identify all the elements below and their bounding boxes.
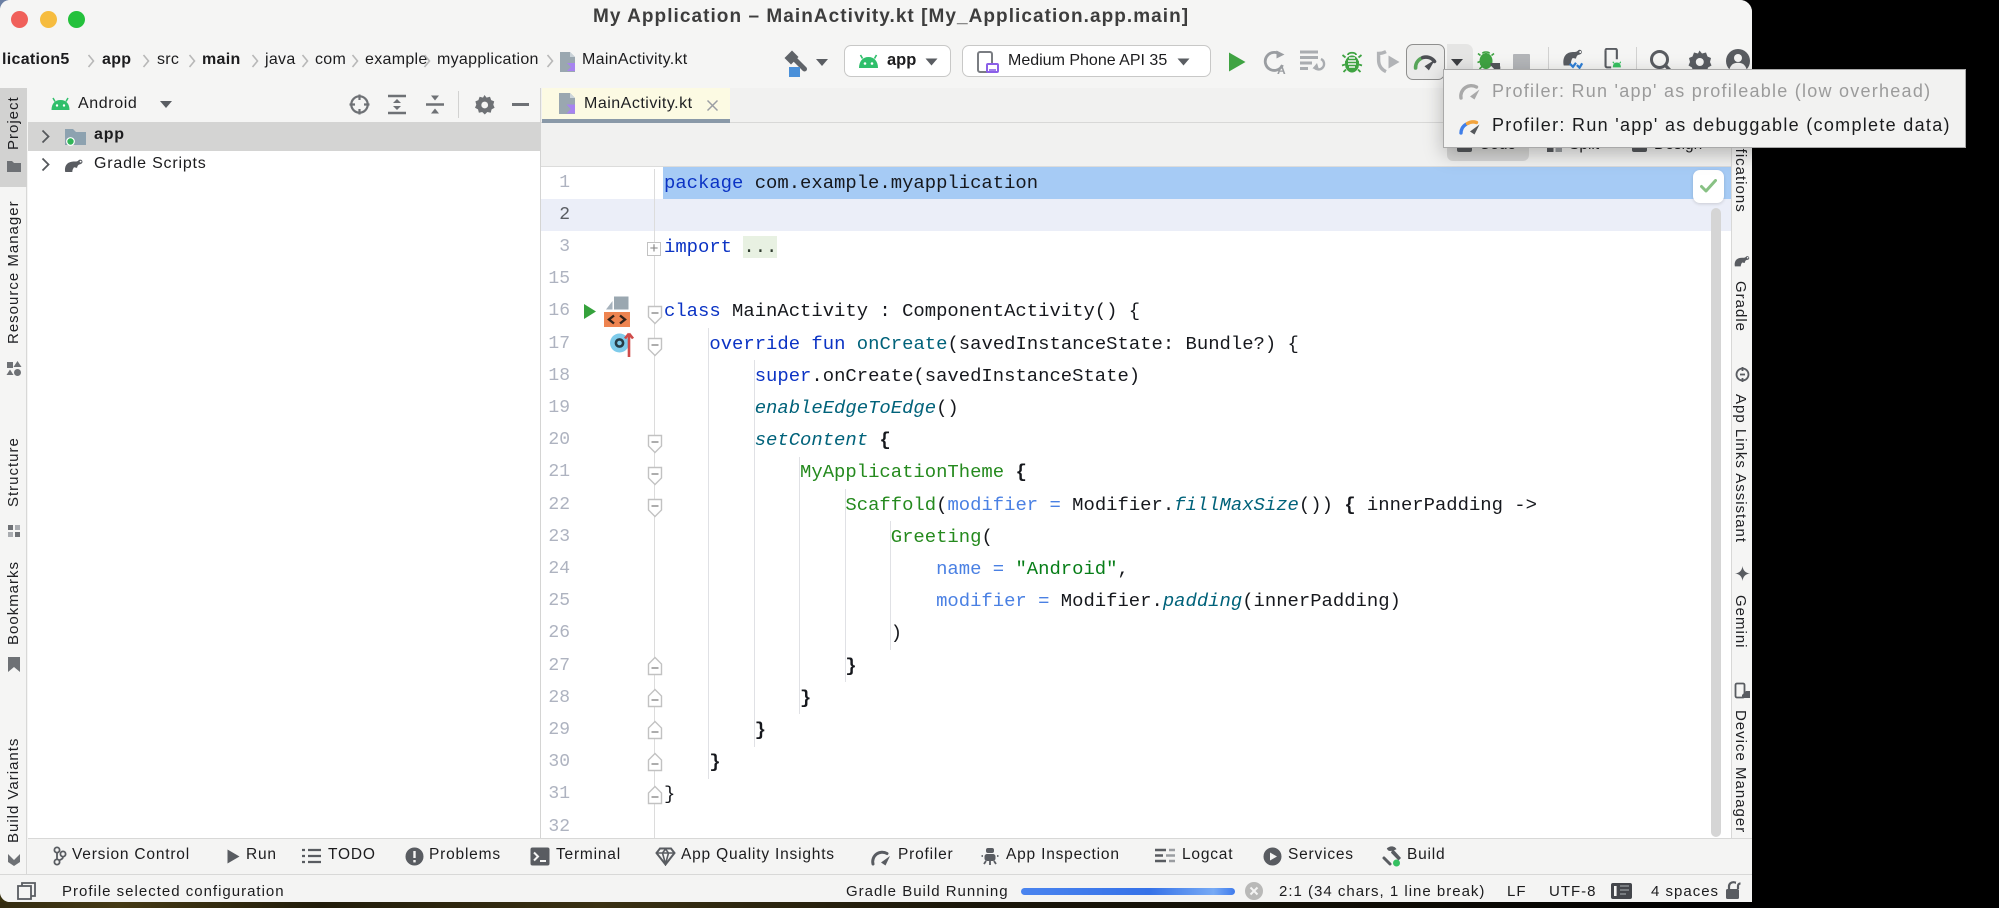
svg-text:A: A — [1277, 63, 1286, 74]
